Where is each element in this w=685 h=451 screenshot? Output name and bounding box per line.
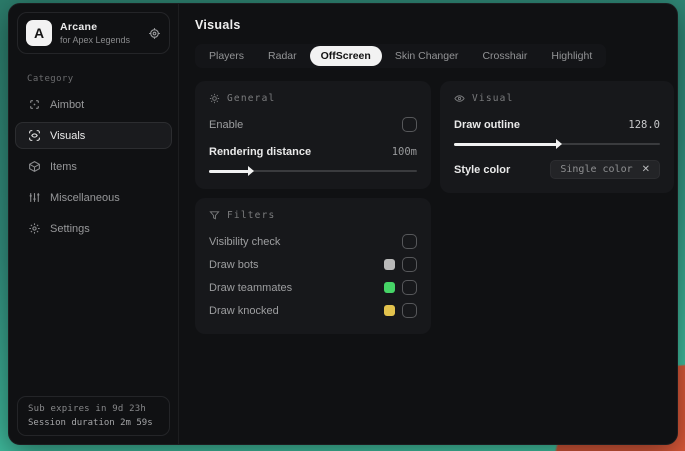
sun-icon: [209, 93, 220, 104]
style-color-label: Style color: [454, 163, 511, 176]
general-panel-header: General: [209, 93, 417, 104]
visibility-check-checkbox[interactable]: [402, 234, 417, 249]
slider-fill: [454, 142, 557, 146]
tab-skin-changer[interactable]: Skin Changer: [384, 46, 470, 66]
visual-panel: Visual Draw outline 128.0 Style color Si…: [440, 81, 674, 193]
draw-knocked-label: Draw knocked: [209, 304, 279, 317]
sidebar-item-miscellaneous[interactable]: Miscellaneous: [15, 184, 172, 211]
filters-panel-title: Filters: [227, 210, 276, 221]
app-logo: A: [26, 20, 52, 46]
gear-icon: [28, 222, 41, 235]
draw-knocked-row: Draw knocked: [209, 300, 417, 321]
sub-expires-text: Sub expires in 9d 23h: [28, 404, 146, 414]
draw-teammates-color-swatch[interactable]: [384, 282, 395, 293]
rendering-distance-slider[interactable]: [209, 166, 417, 176]
session-info-card: Sub expires in 9d 23h Session duration 2…: [17, 396, 170, 436]
enable-label: Enable: [209, 118, 244, 131]
draw-knocked-color-swatch[interactable]: [384, 305, 395, 316]
filters-panel: Filters Visibility check Draw bots Draw …: [195, 198, 431, 334]
header-gear-icon[interactable]: [148, 27, 161, 40]
app-window: A Arcane for Apex Legends Category Aimbo…: [8, 3, 678, 445]
left-column: General Enable Rendering distance 100m F…: [195, 81, 431, 334]
app-title-wrap: Arcane for Apex Legends: [60, 21, 140, 45]
tab-crosshair[interactable]: Crosshair: [471, 46, 538, 66]
sidebar-item-label: Items: [50, 160, 77, 173]
draw-bots-label: Draw bots: [209, 258, 259, 271]
draw-outline-slider[interactable]: [454, 139, 660, 149]
tab-bar: Players Radar OffScreen Skin Changer Cro…: [195, 44, 607, 68]
app-name: Arcane: [60, 21, 98, 33]
draw-knocked-checkbox[interactable]: [402, 303, 417, 318]
draw-outline-label: Draw outline: [454, 118, 521, 131]
sidebar-item-label: Settings: [50, 222, 90, 235]
draw-bots-color-swatch[interactable]: [384, 259, 395, 270]
main-content: Visuals Players Radar OffScreen Skin Cha…: [179, 4, 677, 444]
app-subtitle: for Apex Legends: [60, 35, 131, 45]
general-panel-title: General: [227, 93, 276, 104]
crosshair-icon: [28, 98, 41, 111]
right-column: Visual Draw outline 128.0 Style color Si…: [440, 81, 674, 193]
visibility-check-label: Visibility check: [209, 235, 281, 248]
rendering-distance-value: 100m: [391, 145, 417, 158]
draw-outline-value: 128.0: [628, 118, 660, 131]
visibility-check-row: Visibility check: [209, 231, 417, 252]
style-color-selected-value: Single color: [560, 164, 633, 175]
sidebar-item-aimbot[interactable]: Aimbot: [15, 91, 172, 118]
slider-fill: [209, 169, 249, 173]
app-header-card: A Arcane for Apex Legends: [17, 12, 170, 54]
sidebar: A Arcane for Apex Legends Category Aimbo…: [9, 4, 179, 444]
enable-row: Enable: [209, 114, 417, 135]
tab-radar[interactable]: Radar: [257, 46, 308, 66]
sidebar-item-settings[interactable]: Settings: [15, 215, 172, 242]
panel-area: General Enable Rendering distance 100m F…: [195, 81, 674, 334]
sidebar-nav: Aimbot Visuals Items Miscellaneous Setti…: [9, 90, 178, 243]
visual-panel-title: Visual: [472, 93, 514, 104]
funnel-icon: [209, 210, 220, 221]
draw-outline-row: Draw outline 128.0: [454, 114, 660, 135]
sliders-icon: [28, 191, 41, 204]
style-color-row: Style color Single color ✕: [454, 159, 660, 180]
sidebar-item-items[interactable]: Items: [15, 153, 172, 180]
general-panel: General Enable Rendering distance 100m: [195, 81, 431, 189]
slider-thumb[interactable]: [556, 139, 562, 149]
draw-bots-row: Draw bots: [209, 254, 417, 275]
rendering-distance-row: Rendering distance 100m: [209, 141, 417, 162]
sidebar-item-label: Miscellaneous: [50, 191, 120, 204]
visual-panel-header: Visual: [454, 93, 660, 104]
draw-teammates-label: Draw teammates: [209, 281, 293, 294]
tab-offscreen[interactable]: OffScreen: [309, 46, 382, 66]
slider-thumb[interactable]: [247, 166, 254, 176]
sidebar-item-visuals[interactable]: Visuals: [15, 122, 172, 149]
sidebar-item-label: Visuals: [50, 129, 86, 142]
rendering-distance-label: Rendering distance: [209, 145, 312, 158]
category-label: Category: [27, 74, 74, 84]
draw-bots-checkbox[interactable]: [402, 257, 417, 272]
eye-icon: [454, 93, 465, 104]
draw-teammates-row: Draw teammates: [209, 277, 417, 298]
page-title: Visuals: [195, 18, 241, 32]
session-duration-text: Session duration 2m 59s: [28, 418, 153, 428]
enable-checkbox[interactable]: [402, 117, 417, 132]
draw-teammates-checkbox[interactable]: [402, 280, 417, 295]
close-icon[interactable]: ✕: [642, 164, 650, 175]
tab-players[interactable]: Players: [198, 46, 255, 66]
filters-panel-header: Filters: [209, 210, 417, 221]
eye-scan-icon: [28, 129, 41, 142]
tab-highlight[interactable]: Highlight: [540, 46, 603, 66]
box-icon: [28, 160, 41, 173]
style-color-select[interactable]: Single color ✕: [550, 160, 660, 179]
sidebar-item-label: Aimbot: [50, 98, 85, 111]
